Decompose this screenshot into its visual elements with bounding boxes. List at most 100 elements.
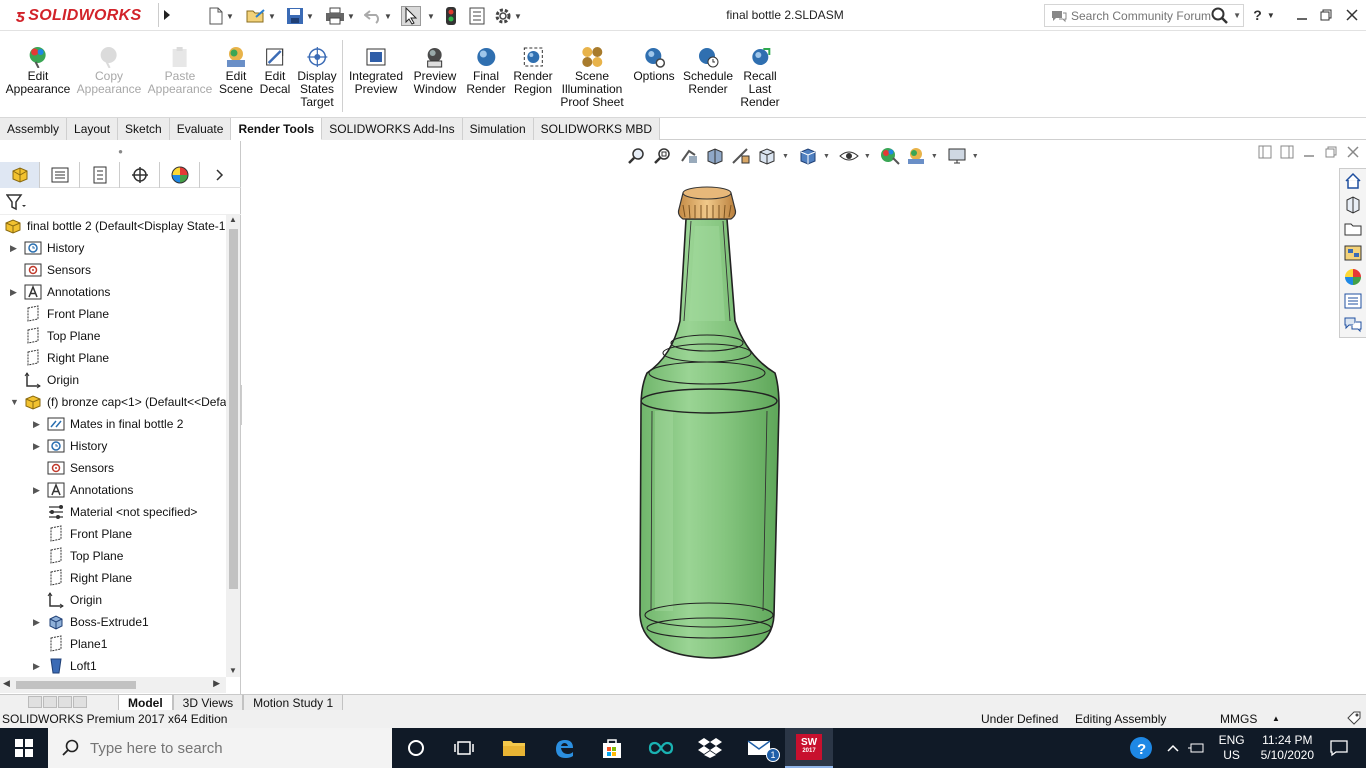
custom-properties-tab[interactable] [1340,289,1365,313]
tile-left-icon[interactable] [1258,145,1272,159]
scroll-left-arrow[interactable]: ◀ [3,678,10,689]
solidworks-resources-tab[interactable] [1340,169,1365,193]
tree-item[interactable]: Top Plane [33,545,123,567]
ribbon-button-display-states[interactable]: Display States Target [297,46,337,109]
section-view-button[interactable] [704,146,726,166]
feature-manager-tab[interactable] [0,162,40,188]
scroll-right-arrow[interactable]: ▶ [213,678,220,689]
minimize-button[interactable] [1290,4,1314,26]
tree-item[interactable]: Front Plane [10,303,109,325]
configuration-manager-tab[interactable] [80,162,120,188]
display-style-dropdown[interactable]: ▼ [823,153,830,160]
print-button[interactable]: ▼ [325,6,355,26]
tree-expander-icon[interactable]: ▶ [33,661,43,672]
tree-item[interactable]: Origin [10,369,79,391]
solidworks-app[interactable]: SW 2017 [785,728,833,768]
tab-render-tools[interactable]: Render Tools [231,118,323,140]
ribbon-button-options[interactable]: Options [633,46,675,83]
start-button[interactable] [0,728,48,768]
doc-minimize-icon[interactable] [1302,145,1316,159]
graphics-area[interactable]: ▼ ▼ ▼ ▼ ▼ [242,141,1366,768]
tree-item[interactable]: Sensors [10,259,91,281]
apply-scene-dropdown[interactable]: ▼ [931,153,938,160]
ribbon-button-scene-illumination[interactable]: Scene Illumination Proof Sheet [560,46,624,109]
select-dropdown[interactable]: ▼ [425,6,435,26]
tab-assembly[interactable]: Assembly [0,118,68,140]
tree-item[interactable]: ▶ History [33,435,107,457]
more-tabs-arrow[interactable] [200,162,240,188]
ribbon-button-schedule-render[interactable]: Schedule Render [683,46,733,96]
solidworks-logo[interactable]: ƽ SOLIDWORKS [16,4,141,28]
view-orientation-button[interactable] [756,146,778,166]
panel-grip[interactable]: ● [0,141,241,161]
tree-expander-icon[interactable]: ▶ [10,287,20,298]
view-palette-tab[interactable] [1340,241,1365,265]
tab-solidworks-mbd[interactable]: SOLIDWORKS MBD [533,118,660,140]
taskbar-search[interactable] [48,728,392,768]
undo-button[interactable]: ▼ [364,6,392,26]
rebuild-button[interactable] [445,6,457,26]
community-search[interactable]: ▼ [1044,4,1244,27]
tag-icon[interactable] [1346,710,1362,729]
task-view-button[interactable] [440,728,488,768]
ribbon-button-paste-appearance[interactable]: Paste Appearance [148,46,212,96]
previous-view-button[interactable] [678,146,700,166]
language-indicator[interactable]: ENG US [1219,733,1245,763]
tree-expander-icon[interactable]: ▶ [33,419,43,430]
help-circle-icon[interactable]: ? [1129,736,1153,760]
tab-sketch[interactable]: Sketch [118,118,170,140]
dropbox-app[interactable] [686,728,734,768]
unit-system[interactable]: MMGS [1220,712,1257,726]
edge-app[interactable] [540,728,588,768]
tree-item[interactable]: Sensors [33,457,114,479]
store-app[interactable] [588,728,636,768]
doc-restore-icon[interactable] [1324,145,1338,159]
taskbar-clock[interactable]: 11:24 PM 5/10/2020 [1261,733,1314,763]
tree-expander-icon[interactable]: ▶ [33,441,43,452]
arduino-app[interactable] [637,728,685,768]
notification-center-icon[interactable] [1330,739,1348,757]
scroll-thumb[interactable] [229,229,238,589]
tree-expander-icon[interactable]: ▶ [33,485,43,496]
hide-show-button[interactable] [838,146,860,166]
bottle-model[interactable] [627,181,797,661]
mail-app[interactable]: 1 [736,728,784,768]
close-button[interactable] [1340,4,1364,26]
appearances-tab[interactable] [1340,265,1365,289]
ribbon-button-edit-appearance[interactable]: Edit Appearance [6,46,70,96]
hide-show-dropdown[interactable]: ▼ [864,153,871,160]
tab-layout[interactable]: Layout [67,118,119,140]
ribbon-button-recall-render[interactable]: Recall Last Render [740,46,780,109]
new-button[interactable]: ▼ [208,6,234,26]
show-hidden-icons-chevron[interactable] [1167,743,1179,753]
tree-item[interactable]: Origin [33,589,102,611]
edit-appearance-hud-button[interactable] [879,146,901,166]
tree-item[interactable]: Top Plane [10,325,100,347]
tree-item[interactable]: ▼ (f) bronze cap<1> (Default<<Defa [10,391,226,413]
tree-item[interactable]: ▶ Boss-Extrude1 [33,611,149,633]
ribbon-button-preview-window[interactable]: Preview Window [414,46,456,96]
doc-close-icon[interactable] [1346,145,1360,159]
save-button[interactable]: ▼ [286,6,314,26]
bottom-tab-3d-views[interactable]: 3D Views [172,694,244,711]
unit-system-dropdown[interactable]: ▲ [1272,714,1280,723]
tree-item[interactable]: Plane1 [33,633,107,655]
zoom-to-fit-button[interactable] [626,146,648,166]
tab-scroll-buttons[interactable] [28,695,118,710]
tree-expander-icon[interactable]: ▶ [10,243,20,254]
tab-solidworks-add-ins[interactable]: SOLIDWORKS Add-Ins [322,118,463,140]
open-button[interactable]: ▼ [246,6,276,26]
ribbon-button-integrated-preview[interactable]: Integrated Preview [349,46,403,96]
select-button[interactable] [401,6,421,26]
view-settings-dropdown[interactable]: ▼ [972,153,979,160]
scroll-up-arrow[interactable]: ▲ [229,215,237,224]
hscroll-thumb[interactable] [16,681,136,689]
tree-filter[interactable] [0,189,241,215]
tree-item[interactable]: Right Plane [10,347,109,369]
ribbon-button-copy-appearance[interactable]: Copy Appearance [77,46,141,96]
menu-expand-arrow[interactable] [158,3,174,27]
cortana-button[interactable] [392,728,440,768]
file-explorer-app[interactable] [490,728,538,768]
tab-evaluate[interactable]: Evaluate [169,118,232,140]
tree-item[interactable]: ▶ History [10,237,84,259]
